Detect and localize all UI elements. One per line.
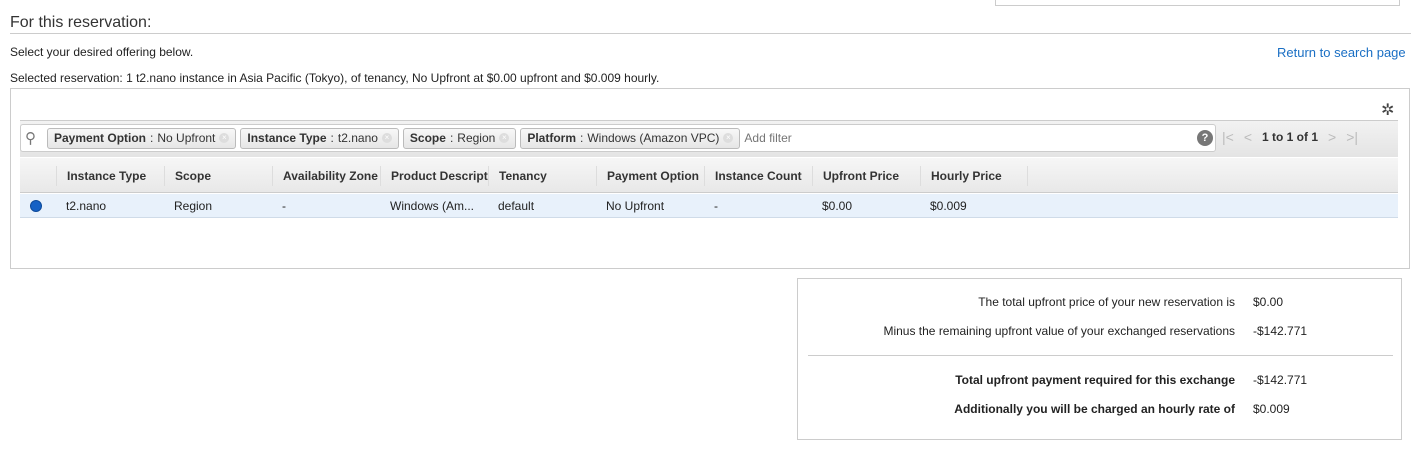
column-header[interactable]: Product Description	[380, 166, 488, 186]
summary-label: The total upfront price of your new rese…	[978, 295, 1235, 309]
summary-label: Minus the remaining upfront value of you…	[883, 324, 1235, 338]
column-header[interactable]: Upfront Price	[812, 166, 920, 186]
filter-chip-payment-option[interactable]: Payment Option: No Upfront ×	[47, 127, 237, 149]
column-header[interactable]: Instance Type	[56, 166, 164, 186]
remove-filter-icon[interactable]: ×	[499, 133, 510, 143]
row-radio[interactable]	[30, 199, 42, 212]
filter-separator: :	[150, 131, 154, 145]
summary-label: Additionally you will be charged an hour…	[954, 402, 1235, 416]
summary-label: Total upfront payment required for this …	[955, 373, 1235, 387]
instruction-text: Select your desired offering below.	[10, 45, 194, 59]
remove-filter-icon[interactable]: ×	[381, 133, 392, 143]
summary-value: -$142.771	[1253, 373, 1308, 387]
table-header: Instance Type Scope Availability Zone Pr…	[20, 158, 1398, 193]
filter-key: Payment Option	[54, 131, 147, 145]
selected-reservation-text: Selected reservation: 1 t2.nano instance…	[10, 71, 660, 85]
table-row[interactable]: t2.nano Region - Windows (Am... default …	[20, 194, 1398, 218]
filter-value: Windows (Amazon VPC)	[587, 131, 720, 145]
search-icon: ⚲	[25, 130, 36, 147]
filter-chip-instance-type[interactable]: Instance Type: t2.nano ×	[240, 127, 399, 149]
filter-key: Platform	[527, 131, 576, 145]
filter-search: ⚲ Payment Option: No Upfront × Instance Ty…	[20, 124, 1216, 152]
summary-value: -$142.771	[1253, 324, 1308, 338]
filter-separator: :	[330, 131, 334, 145]
filter-value: No Upfront	[157, 131, 216, 145]
cell: t2.nano	[66, 198, 107, 213]
cell: No Upfront	[606, 198, 665, 213]
divider	[10, 33, 1411, 34]
cell: Windows (Am...	[390, 198, 475, 213]
cell: $0.00	[822, 198, 853, 213]
cell: $0.009	[930, 198, 967, 213]
filter-key: Scope	[409, 131, 446, 145]
filter-value: t2.nano	[337, 131, 378, 145]
cell: -	[282, 198, 286, 213]
filter-chip-scope[interactable]: Scope: Region ×	[402, 127, 517, 149]
section-title: For this reservation:	[10, 14, 152, 31]
summary-value: $0.00	[1253, 295, 1284, 309]
column-header[interactable]: Availability Zone	[272, 166, 380, 186]
column-header[interactable]: Scope	[164, 166, 272, 186]
return-to-search-link[interactable]: Return to search page	[1277, 45, 1406, 60]
filter-separator: :	[449, 131, 454, 145]
divider	[808, 355, 1393, 356]
help-icon[interactable]: ?	[1197, 130, 1213, 146]
next-page-icon[interactable]: >	[1328, 129, 1336, 145]
page-range: 1 to 1 of 1	[1262, 130, 1319, 144]
remove-filter-icon[interactable]: ×	[723, 133, 734, 143]
column-header[interactable]: Tenancy	[488, 166, 596, 186]
cell: default	[498, 198, 535, 213]
gear-icon[interactable]: ✲	[1381, 100, 1394, 120]
column-header[interactable]: Instance Count	[704, 166, 812, 186]
remove-filter-icon[interactable]: ×	[219, 133, 230, 143]
filter-key: Instance Type	[247, 131, 327, 145]
last-page-icon[interactable]: >|	[1346, 129, 1358, 145]
cell: Region	[174, 198, 213, 213]
first-page-icon[interactable]: |<	[1222, 129, 1234, 145]
prev-page-icon[interactable]: <	[1244, 129, 1252, 145]
filter-separator: :	[580, 131, 584, 145]
column-header[interactable]: Payment Option	[596, 166, 704, 186]
exchange-summary: The total upfront price of your new rese…	[797, 278, 1402, 440]
cell: -	[714, 198, 718, 213]
top-panel	[995, 0, 1400, 6]
filter-chip-platform[interactable]: Platform: Windows (Amazon VPC) ×	[520, 127, 741, 149]
add-filter-input[interactable]	[744, 131, 1215, 145]
filter-value: Region	[457, 131, 496, 145]
pagination: |< < 1 to 1 of 1 > >|	[1222, 129, 1358, 145]
summary-value: $0.009	[1253, 402, 1290, 416]
column-header[interactable]: Hourly Price	[920, 166, 1028, 186]
